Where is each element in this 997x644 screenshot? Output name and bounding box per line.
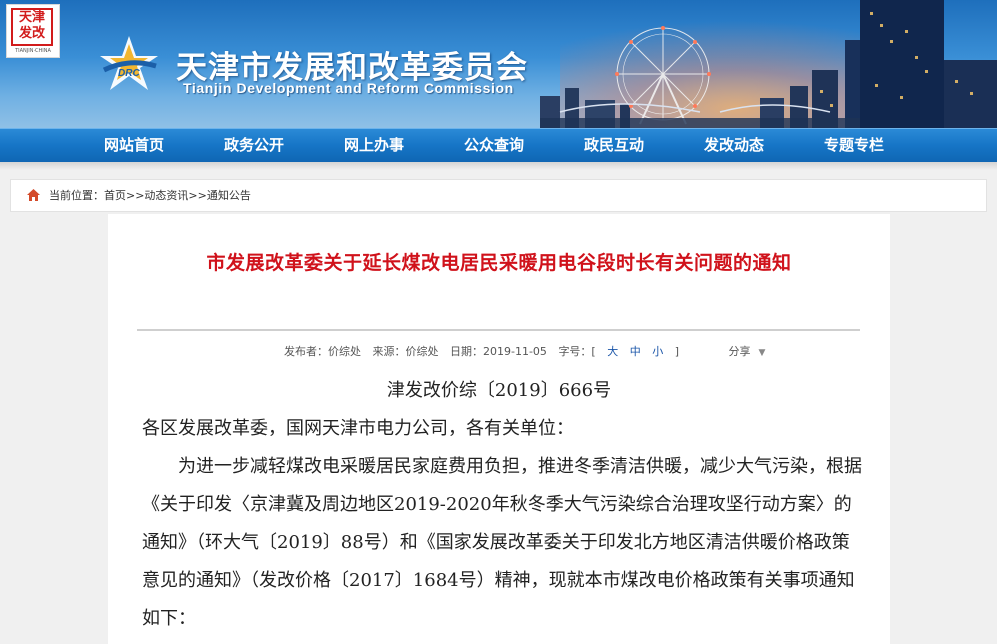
font-size-label: 字号：[ 大 中 小 ]: [558, 345, 687, 358]
seal-caption: TIANJIN·CHINA: [15, 48, 51, 54]
drc-emblem-icon: DRC: [100, 36, 158, 90]
nav-item-online-services[interactable]: 网上办事: [314, 129, 434, 162]
article-panel: 市发展改革委关于延长煤改电居民采暖用电谷段时长有关问题的通知 发布者：价综处 来…: [108, 214, 890, 644]
breadcrumb-path[interactable]: 当前位置：首页>>动态资讯>>通知公告: [49, 180, 251, 211]
article-title: 市发展改革委关于延长煤改电居民采暖用电谷段时长有关问题的通知: [206, 252, 792, 274]
site-subtitle: Tianjin Development and Reform Commissio…: [183, 80, 514, 96]
article-body: 各区发展改革委，国网天津市电力公司，各有关单位： 为进一步减轻煤改电采暖居民家庭…: [142, 410, 862, 638]
font-size-large-link[interactable]: 大: [607, 345, 618, 358]
article-meta: 发布者：价综处 来源：价综处 日期：2019-11-05 字号：[ 大 中 小 …: [284, 343, 781, 359]
publisher-label: 发布者：价综处: [284, 345, 361, 358]
home-icon: [27, 189, 40, 201]
date-label: 日期：2019-11-05: [450, 345, 547, 358]
logo-drc-text: DRC: [118, 68, 140, 79]
chevron-down-icon: ▼: [758, 348, 766, 358]
font-size-small-link[interactable]: 小: [652, 345, 663, 358]
share-button[interactable]: 分享 ▼: [729, 345, 774, 358]
font-size-medium-link[interactable]: 中: [630, 345, 641, 358]
nav-item-public-query[interactable]: 公众查询: [434, 129, 554, 162]
breadcrumb: 当前位置：首页>>动态资讯>>通知公告: [10, 179, 987, 212]
tianjin-seal-logo[interactable]: 天津发改 TIANJIN·CHINA: [6, 4, 60, 58]
source-label: 来源：价综处: [372, 345, 439, 358]
document-number: 津发改价综〔2019〕666号: [386, 380, 612, 401]
share-label: 分享: [728, 345, 751, 358]
main-nav: 网站首页 政务公开 网上办事 公众查询 政民互动 发改动态 专题专栏: [0, 128, 997, 162]
nav-item-government-affairs[interactable]: 政务公开: [194, 129, 314, 162]
nav-shadow-divider: [0, 162, 997, 170]
body-paragraph: 为进一步减轻煤改电采暖居民家庭费用负担，推进冬季清洁供暖，减少大气污染，根据《关…: [142, 456, 862, 629]
seal-lettering: 天津发改: [11, 8, 53, 46]
nav-item-home[interactable]: 网站首页: [74, 129, 194, 162]
font-size-suffix: ]: [674, 345, 680, 358]
salutation-paragraph: 各区发展改革委，国网天津市电力公司，各有关单位：: [142, 418, 574, 439]
font-size-prefix: 字号：[: [558, 345, 596, 358]
nav-item-interaction[interactable]: 政民互动: [554, 129, 674, 162]
title-divider: [137, 329, 860, 331]
nav-item-news[interactable]: 发改动态: [674, 129, 794, 162]
site-banner: 天津发改 TIANJIN·CHINA DRC 天津市发展和改革委员会 Tianj…: [0, 0, 997, 128]
nav-item-special-topics[interactable]: 专题专栏: [794, 129, 914, 162]
